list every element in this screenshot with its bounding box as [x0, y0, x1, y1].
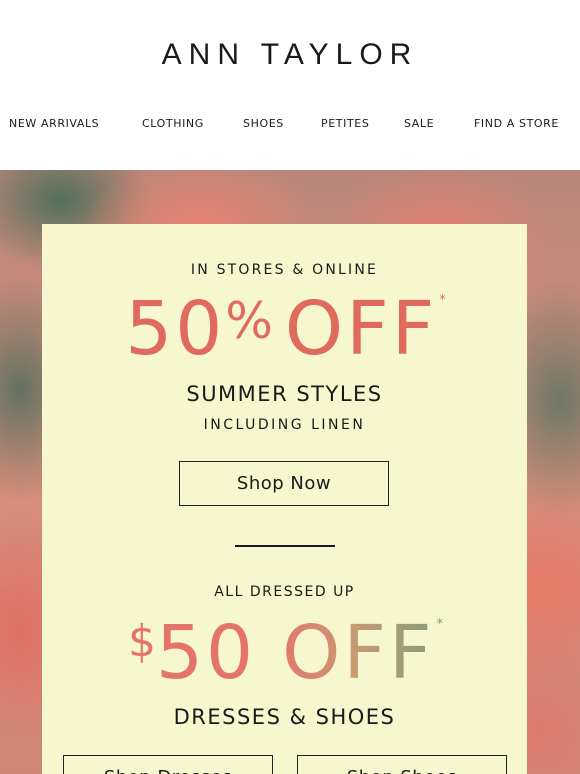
promo2-discount-headline: $50 OFF * [42, 616, 527, 690]
promo2-headline: DRESSES & SHOES [173, 705, 396, 729]
nav-item-sale[interactable]: SALE [404, 117, 434, 130]
promo-kicker: IN STORES & ONLINE [190, 262, 379, 278]
off-text-2: OFF [282, 610, 435, 696]
nav-item-clothing[interactable]: CLOTHING [142, 117, 204, 130]
promo-headline: SUMMER STYLES [186, 382, 383, 406]
off-text: OFF [284, 286, 438, 372]
shop-shoes-button[interactable]: Shop Shoes [297, 755, 507, 774]
shop-dresses-button[interactable]: Shop Dresses [63, 755, 273, 774]
nav-item-shoes[interactable]: SHOES [243, 117, 284, 130]
discount-amount-2: 50 [155, 610, 257, 696]
promo-discount-headline: 50% OFF * [42, 292, 527, 366]
promo-subline: INCLUDING LINEN [203, 417, 366, 433]
nav-item-find-a-store[interactable]: FIND A STORE [474, 117, 559, 130]
nav-item-petites[interactable]: PETITES [321, 117, 369, 130]
asterisk-note-2: * [436, 617, 444, 632]
asterisk-note: * [439, 293, 446, 308]
nav-item-new-arrivals[interactable]: NEW ARRIVALS [9, 117, 99, 130]
discount-amount: 50 [125, 286, 226, 372]
promo2-kicker: ALL DRESSED UP [214, 584, 355, 600]
percent-sign: % [225, 292, 273, 350]
brand-logo[interactable]: ANN TAYLOR [0, 38, 580, 72]
hero-banner[interactable]: IN STORES & ONLINE 50% OFF * SUMMER STYLES… [0, 170, 580, 774]
section-divider [235, 545, 335, 547]
promo-card: IN STORES & ONLINE 50% OFF * SUMMER STYLES… [42, 224, 527, 774]
top-navigation: NEW ARRIVALS CLOTHING SHOES PETITES SALE… [0, 117, 580, 133]
currency-sign: $ [127, 616, 156, 667]
email-header: ANN TAYLOR NEW ARRIVALS CLOTHING SHOES P… [0, 0, 580, 170]
shop-now-button[interactable]: Shop Now [179, 461, 389, 506]
